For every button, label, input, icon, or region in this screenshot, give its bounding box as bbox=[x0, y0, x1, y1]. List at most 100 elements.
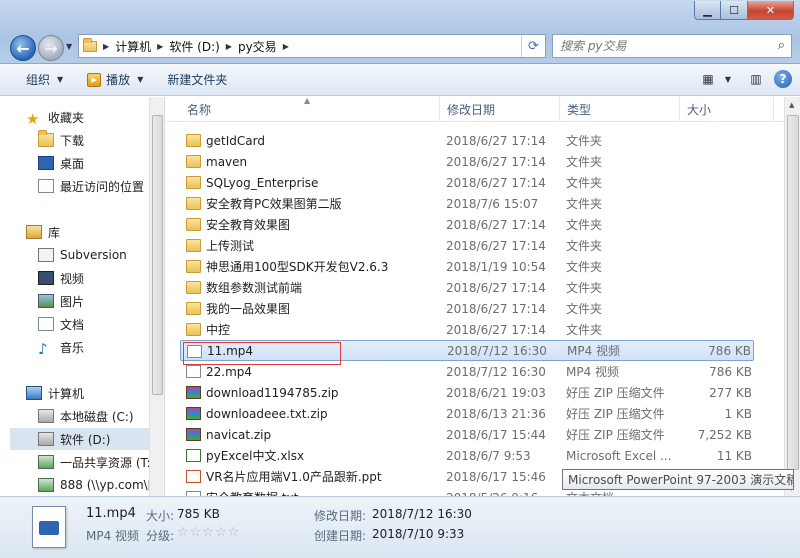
file-name: VR名片应用端V1.0产品跟新.ppt bbox=[206, 470, 382, 484]
file-size: 786 KB bbox=[708, 343, 751, 358]
file-type: 文件夹 bbox=[566, 197, 603, 211]
refresh-icon[interactable]: ⟳ bbox=[521, 35, 545, 57]
table-row[interactable]: downloadeee.txt.zip 2018/6/13 21:36 好压 ZIP… bbox=[180, 403, 754, 424]
desktop-icon bbox=[38, 156, 54, 170]
folder-file-icon bbox=[186, 176, 201, 189]
back-button[interactable]: ← bbox=[10, 35, 36, 61]
close-button[interactable]: ✕ bbox=[748, 1, 794, 20]
nav-download[interactable]: 下载 bbox=[38, 129, 164, 151]
table-row[interactable]: download1194785.zip 2018/6/21 19:03 好压 ZIP… bbox=[180, 382, 754, 403]
chevron-right-icon[interactable]: ▶ bbox=[157, 42, 163, 51]
column-name[interactable]: 名称 bbox=[180, 97, 440, 122]
table-row[interactable]: getIdCard 2018/6/27 17:14 文件夹 bbox=[180, 130, 754, 151]
table-row[interactable]: 上传测试 2018/6/27 17:14 文件夹 bbox=[180, 235, 754, 256]
xlsx-file-icon bbox=[186, 449, 201, 462]
nav-documents[interactable]: 文档 bbox=[38, 313, 164, 335]
folder-file-icon bbox=[186, 281, 201, 294]
address-bar[interactable]: ▶ 计算机 ▶ 软件 (D:) ▶ py交易 ▶ ⟳ bbox=[78, 34, 546, 58]
computer-icon bbox=[26, 386, 42, 400]
document-library-icon bbox=[38, 317, 54, 331]
hard-drive-icon bbox=[38, 409, 54, 423]
chevron-down-icon[interactable]: ▼ bbox=[718, 69, 738, 89]
chevron-down-icon: ▼ bbox=[57, 75, 64, 84]
nav-scrollbar-thumb[interactable] bbox=[152, 115, 163, 395]
column-date[interactable]: 修改日期 bbox=[440, 97, 560, 122]
file-date: 2018/1/19 10:54 bbox=[446, 259, 546, 274]
nav-scrollbar[interactable] bbox=[149, 97, 164, 496]
nav-label: 一品共享资源 (T: bbox=[60, 455, 149, 470]
search-icon[interactable]: ⌕ bbox=[778, 38, 785, 53]
table-row[interactable]: SQLyog_Enterprise 2018/6/27 17:14 文件夹 bbox=[180, 172, 754, 193]
preview-pane-icon[interactable]: ▥ bbox=[746, 69, 766, 89]
table-row[interactable]: 22.mp4 2018/7/12 16:30 MP4 视频 786 KB bbox=[180, 361, 754, 382]
nav-label: 视频 bbox=[60, 271, 85, 286]
table-row[interactable]: 11.mp4 2018/7/12 16:30 MP4 视频 786 KB bbox=[180, 340, 754, 361]
file-type: 文本文档 bbox=[566, 489, 676, 496]
nav-label: Subversion bbox=[60, 248, 127, 262]
breadcrumb-py-jiaoyi[interactable]: py交易 bbox=[234, 38, 281, 55]
breadcrumb-drive-d[interactable]: 软件 (D:) bbox=[165, 38, 223, 55]
file-list-scrollbar[interactable]: ▲ ▼ bbox=[784, 97, 800, 496]
table-row[interactable]: 中控 2018/6/27 17:14 文件夹 bbox=[180, 319, 754, 340]
zip-file-icon bbox=[186, 407, 201, 420]
table-row[interactable]: pyExcel中文.xlsx 2018/6/7 9:53 Microsoft Exc… bbox=[180, 445, 754, 466]
table-row[interactable]: 安全教育PC效果图第二版 2018/7/6 15:07 文件夹 bbox=[180, 193, 754, 214]
breadcrumb-computer[interactable]: 计算机 bbox=[111, 38, 155, 55]
recent-pages-dropdown[interactable]: ▼ bbox=[66, 42, 72, 51]
nav-computer[interactable]: 计算机 bbox=[26, 382, 164, 404]
file-date: 2018/6/17 15:46 bbox=[446, 469, 546, 484]
search-box[interactable]: ⌕ bbox=[552, 34, 792, 58]
table-row[interactable]: 安全教育效果图 2018/6/27 17:14 文件夹 bbox=[180, 214, 754, 235]
table-row[interactable]: 数组参数测试前端 2018/6/27 17:14 文件夹 bbox=[180, 277, 754, 298]
chevron-right-icon[interactable]: ▶ bbox=[103, 42, 109, 51]
window-controls: ▁ ☐ ✕ bbox=[694, 1, 794, 20]
nav-pictures[interactable]: 图片 bbox=[38, 290, 164, 312]
chevron-right-icon[interactable]: ▶ bbox=[226, 42, 232, 51]
nav-drive-c[interactable]: 本地磁盘 (C:) bbox=[38, 405, 164, 427]
nav-subversion[interactable]: Subversion bbox=[38, 244, 164, 266]
file-name: 数组参数测试前端 bbox=[206, 281, 303, 295]
file-date: 2018/6/27 17:14 bbox=[446, 280, 546, 295]
help-icon[interactable]: ? bbox=[774, 70, 792, 88]
organize-button[interactable]: 组织 ▼ bbox=[0, 64, 75, 95]
minimize-button[interactable]: ▁ bbox=[694, 1, 721, 20]
file-name: 神思通用100型SDK开发包V2.6.3 bbox=[206, 260, 389, 274]
play-button[interactable]: ▶ 播放 ▼ bbox=[75, 64, 155, 95]
nav-favorites[interactable]: ★ 收藏夹 bbox=[26, 106, 164, 128]
details-type: MP4 视频 bbox=[86, 529, 140, 543]
change-view-icon[interactable]: ▦ bbox=[698, 69, 718, 89]
file-type: 文件夹 bbox=[566, 260, 603, 274]
nav-music[interactable]: ♪ 音乐 bbox=[38, 336, 164, 358]
file-date: 2018/6/27 17:14 bbox=[446, 175, 546, 190]
table-row[interactable]: maven 2018/6/27 17:14 文件夹 bbox=[180, 151, 754, 172]
file-date: 2018/7/12 16:30 bbox=[446, 364, 546, 379]
nav-net-888[interactable]: 888 (\\yp.com\[ bbox=[38, 474, 149, 496]
nav-share-t[interactable]: 一品共享资源 (T: bbox=[38, 451, 149, 473]
nav-libraries[interactable]: 库 bbox=[26, 221, 164, 243]
file-list-scrollbar-thumb[interactable] bbox=[787, 115, 799, 470]
new-folder-button[interactable]: 新建文件夹 bbox=[155, 64, 239, 95]
chevron-right-icon[interactable]: ▶ bbox=[283, 42, 289, 51]
column-size[interactable]: 大小 bbox=[680, 97, 774, 122]
window-frame: ▁ ☐ ✕ ← → ▼ ▶ 计算机 ▶ 软件 (D:) ▶ py交易 ▶ ⟳ ⌕ bbox=[0, 0, 800, 64]
column-type[interactable]: 类型 bbox=[560, 97, 680, 122]
nav-videos[interactable]: 视频 bbox=[38, 267, 164, 289]
file-type: MP4 视频 bbox=[567, 344, 621, 358]
search-input[interactable] bbox=[560, 39, 760, 53]
scroll-up-icon[interactable]: ▲ bbox=[789, 101, 794, 109]
maximize-button[interactable]: ☐ bbox=[721, 1, 748, 20]
nav-desktop[interactable]: 桌面 bbox=[38, 152, 164, 174]
nav-drive-d[interactable]: 软件 (D:) bbox=[10, 428, 149, 450]
mp4-file-icon bbox=[187, 345, 202, 358]
file-date: 2018/6/27 17:14 bbox=[446, 217, 546, 232]
file-type: 好压 ZIP 压缩文件 bbox=[566, 407, 665, 421]
column-header: ▲ 名称 修改日期 类型 大小 bbox=[166, 97, 784, 122]
video-file-icon bbox=[32, 506, 66, 548]
details-modified-label: 修改日期: bbox=[314, 509, 367, 523]
forward-button[interactable]: → bbox=[38, 35, 64, 61]
nav-recent[interactable]: 最近访问的位置 bbox=[38, 175, 164, 197]
rating-stars-icon[interactable]: ☆☆☆☆☆ bbox=[177, 525, 240, 540]
table-row[interactable]: navicat.zip 2018/6/17 15:44 好压 ZIP 压缩文件 7,2… bbox=[180, 424, 754, 445]
table-row[interactable]: 我的一品效果图 2018/6/27 17:14 文件夹 bbox=[180, 298, 754, 319]
table-row[interactable]: 神思通用100型SDK开发包V2.6.3 2018/1/19 10:54 文件夹 bbox=[180, 256, 754, 277]
